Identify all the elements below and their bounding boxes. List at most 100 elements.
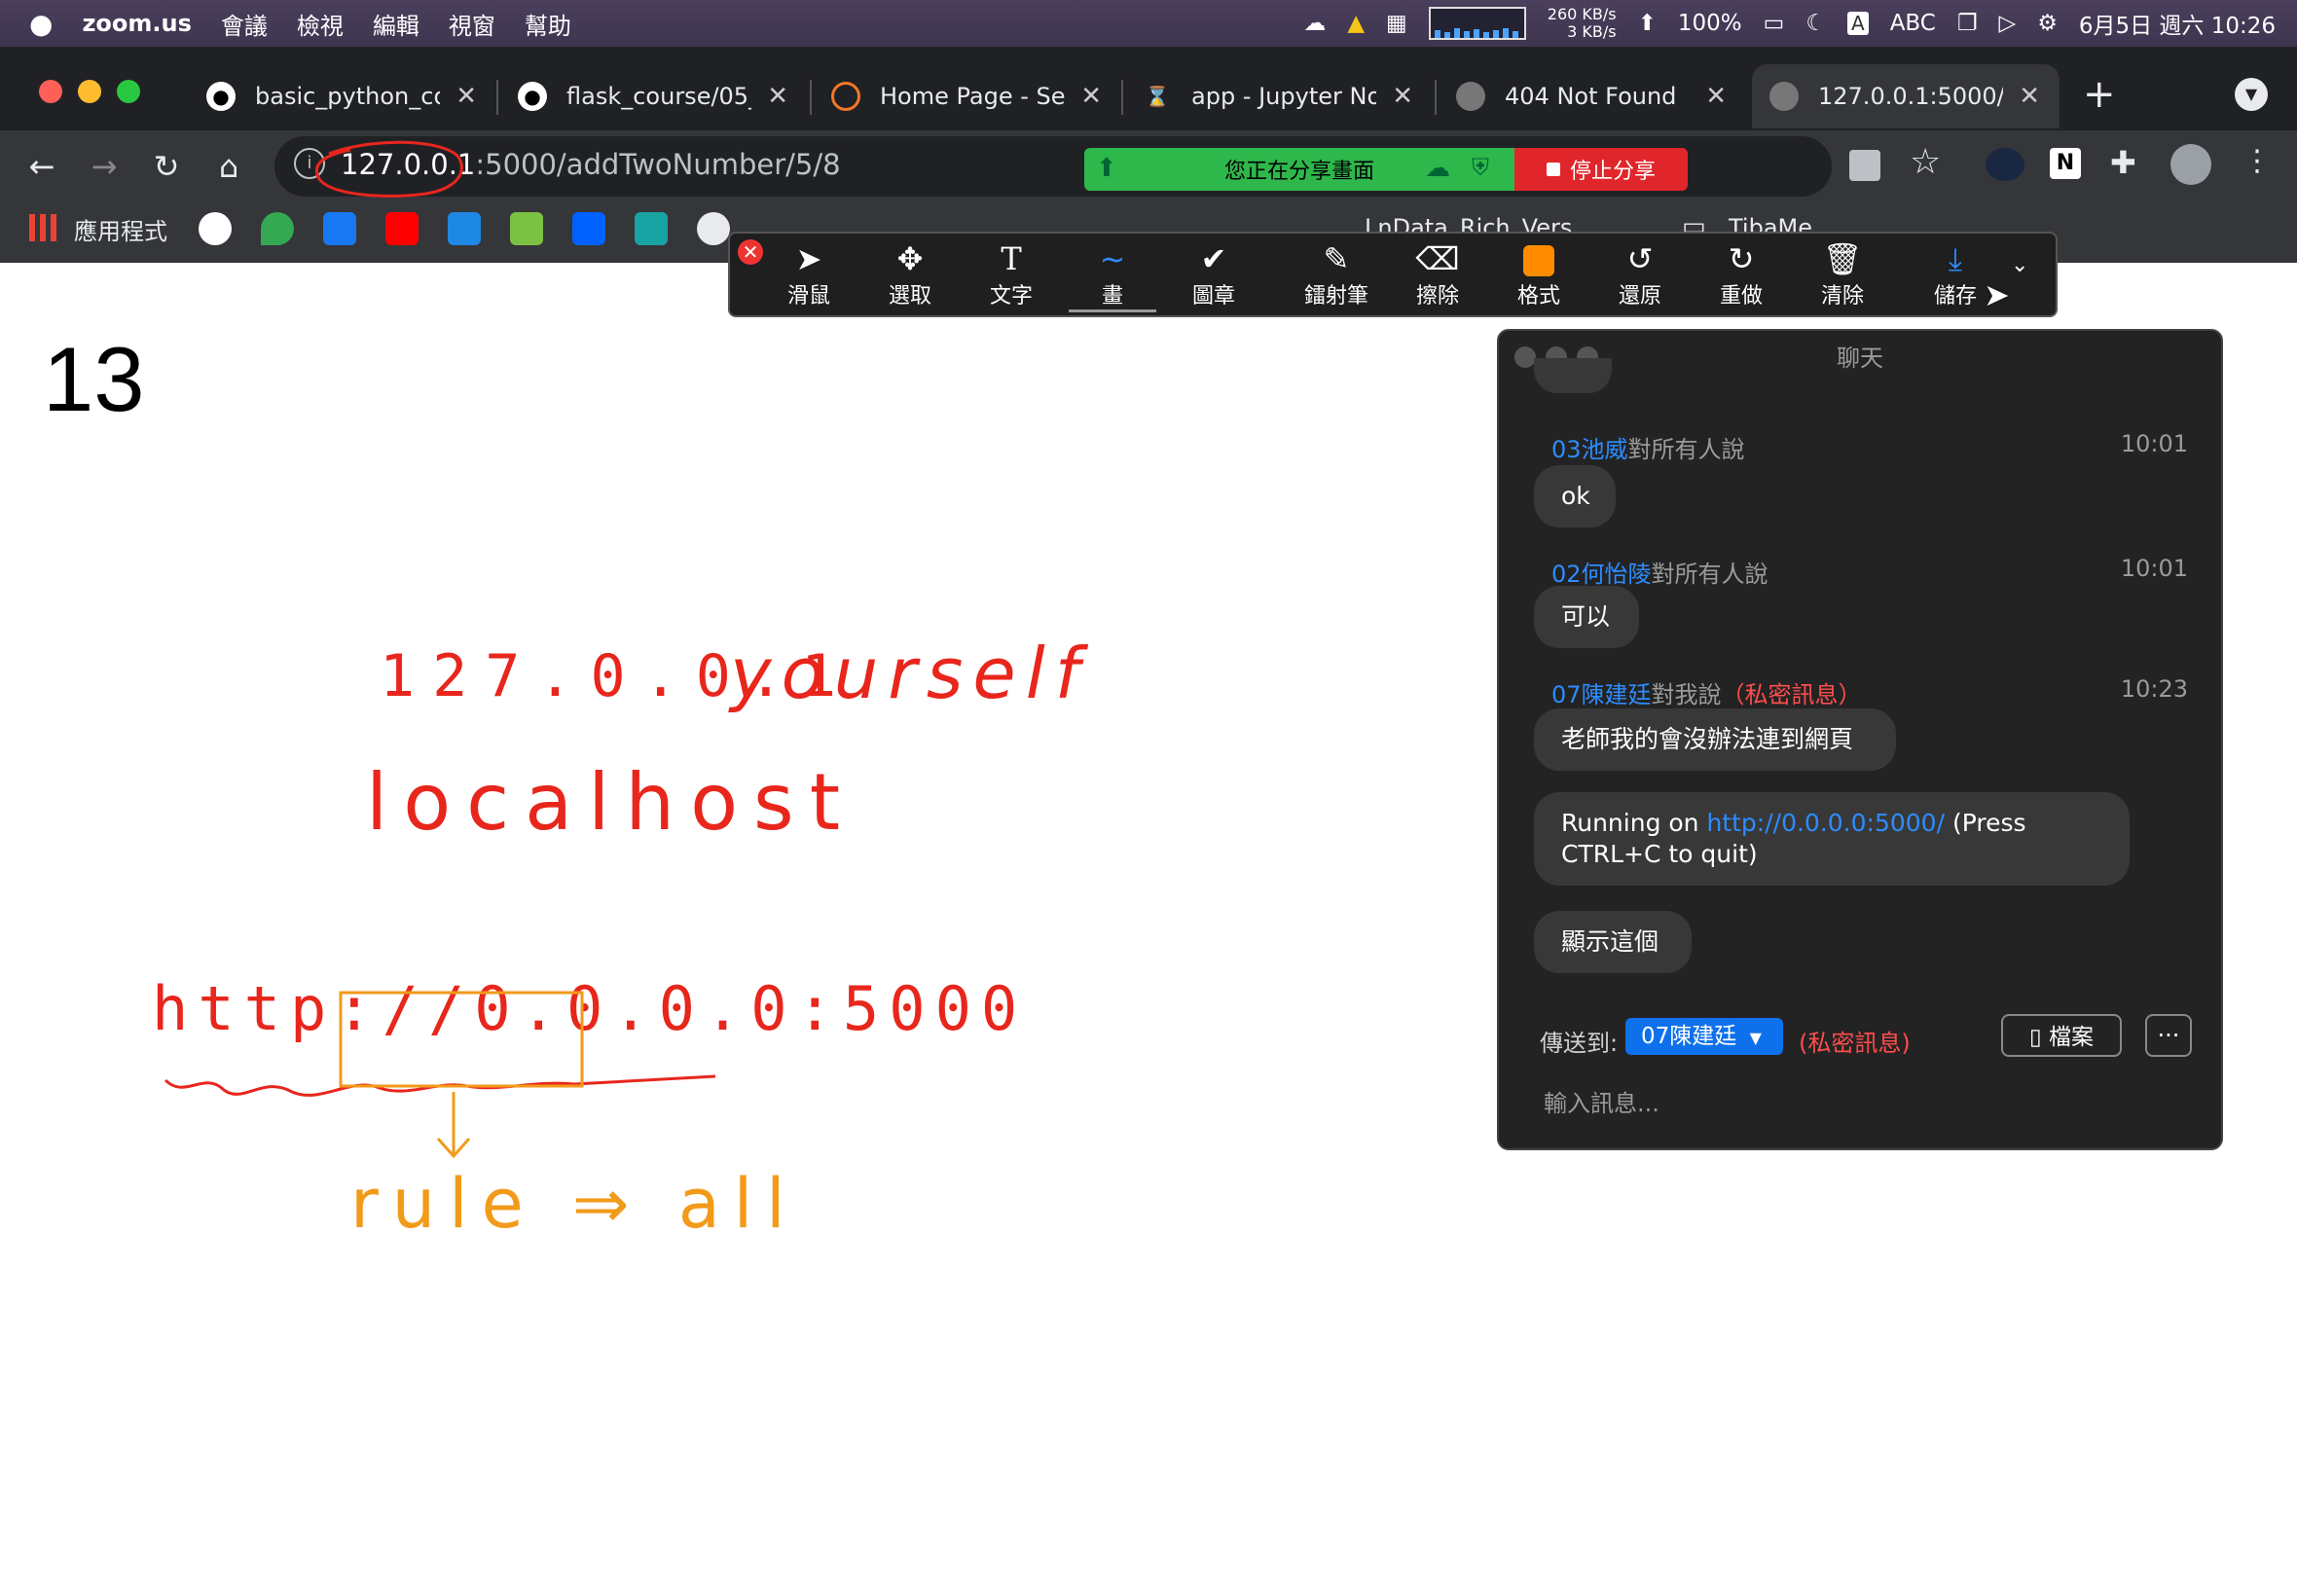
- network-speed[interactable]: 260 KB/s 3 KB/s: [1548, 6, 1617, 41]
- notion-icon[interactable]: N: [2050, 148, 2081, 179]
- recipient-name: 07陳建廷: [1641, 1024, 1737, 1049]
- close-tab-icon[interactable]: ✕: [456, 82, 477, 111]
- move-icon: ✥: [896, 240, 924, 277]
- battery-icon[interactable]: ▭: [1764, 11, 1785, 36]
- tool-eraser[interactable]: ⌫ 擦除: [1394, 239, 1481, 309]
- mouse-cursor-icon: ➤: [1984, 276, 2010, 313]
- laser-pen-icon: ✎: [1323, 240, 1350, 277]
- cloud-status-icon[interactable]: ☁: [1303, 11, 1326, 36]
- chat-message-input[interactable]: [1542, 1080, 2178, 1127]
- datetime[interactable]: 6月5日 週六 10:26: [2079, 7, 2276, 40]
- close-annotation-icon[interactable]: ✕: [738, 239, 763, 265]
- menu-view[interactable]: 檢視: [297, 7, 344, 41]
- tool-label: 畫: [1101, 284, 1123, 308]
- file-button[interactable]: ▯ 檔案: [2001, 1014, 2122, 1057]
- bookmark-icon-6[interactable]: [510, 212, 543, 245]
- globe-bookmark-icon[interactable]: [697, 212, 730, 245]
- recipient-scope: 對所有人說: [1627, 436, 1745, 463]
- tab-jupyter-app[interactable]: ⌛ app - Jupyter No ✕: [1125, 64, 1433, 128]
- apps-label[interactable]: 應用程式: [74, 212, 167, 246]
- tool-format[interactable]: 格式: [1495, 239, 1583, 309]
- menu-help[interactable]: 幫助: [525, 7, 571, 41]
- tool-redo[interactable]: ↻ 重做: [1697, 239, 1785, 309]
- maps-bookmark-icon[interactable]: [261, 212, 294, 245]
- minimize-window-button[interactable]: [78, 80, 101, 103]
- warning-icon[interactable]: ▲: [1347, 11, 1365, 36]
- battery-percent[interactable]: 100%: [1678, 11, 1742, 36]
- facebook-bookmark-icon[interactable]: [323, 212, 356, 245]
- message-link[interactable]: http://0.0.0.0:5000/: [1706, 809, 1945, 837]
- tab-404[interactable]: 404 Not Found ✕: [1439, 64, 1746, 128]
- sender-name[interactable]: 02何怡陵: [1551, 561, 1652, 588]
- tool-undo[interactable]: ↺ 還原: [1596, 239, 1684, 309]
- new-tab-button[interactable]: +: [2083, 72, 2116, 117]
- tab-localhost[interactable]: 127.0.0.1:5000/a ✕: [1752, 64, 2060, 128]
- input-source-letter[interactable]: A: [1847, 12, 1869, 35]
- avatar[interactable]: [2170, 144, 2211, 185]
- tool-clear[interactable]: 🗑 清除: [1799, 239, 1886, 309]
- file-icon: ▯: [2029, 1025, 2042, 1050]
- tool-label: 格式: [1516, 284, 1560, 308]
- control-center-icon[interactable]: ⚙: [2037, 11, 2058, 36]
- close-tab-icon[interactable]: ✕: [1080, 82, 1102, 111]
- youtube-bookmark-icon[interactable]: [385, 212, 419, 245]
- tool-mouse[interactable]: ➤ 滑鼠: [765, 239, 853, 309]
- tool-label: 還原: [1618, 284, 1661, 308]
- menu-meeting[interactable]: 會議: [221, 7, 268, 41]
- moon-icon[interactable]: ☾: [1805, 11, 1826, 36]
- extension-icon[interactable]: [1986, 148, 2024, 181]
- more-options-button[interactable]: ···: [2145, 1014, 2192, 1057]
- grid-icon[interactable]: ▦: [1386, 11, 1407, 36]
- play-icon[interactable]: ▷: [1999, 11, 2017, 36]
- close-tab-icon[interactable]: ✕: [1705, 82, 1727, 111]
- sharing-indicator[interactable]: ⬆ 您正在分享畫面 ☁ ⛨: [1084, 148, 1514, 191]
- menu-edit[interactable]: 編輯: [373, 7, 419, 41]
- google-bookmark-icon[interactable]: [199, 212, 232, 245]
- close-window-button[interactable]: [39, 80, 62, 103]
- sender-name[interactable]: 07陳建廷: [1551, 681, 1652, 708]
- translate-icon[interactable]: [1849, 150, 1880, 181]
- tool-text[interactable]: T 文字: [967, 239, 1055, 309]
- recipient-dropdown[interactable]: 07陳建廷 ▼: [1625, 1018, 1783, 1055]
- maximize-window-button[interactable]: [117, 80, 140, 103]
- menu-window[interactable]: 視窗: [449, 7, 495, 41]
- tab-basic-python[interactable]: ● basic_python_co ✕: [189, 64, 496, 128]
- sender-name[interactable]: 03池威: [1551, 436, 1628, 463]
- close-tab-icon[interactable]: ✕: [767, 82, 788, 111]
- back-button[interactable]: ←: [19, 144, 64, 189]
- tab-home-page[interactable]: Home Page - Sele ✕: [814, 64, 1121, 128]
- save-options-chevron-icon[interactable]: ⌄: [2011, 253, 2028, 277]
- result-number: 13: [43, 328, 145, 430]
- apps-grid-icon[interactable]: [29, 214, 56, 241]
- tool-draw[interactable]: ∼ 畫: [1069, 239, 1156, 312]
- dropbox-bookmark-icon[interactable]: [572, 212, 605, 245]
- tab-flask-course[interactable]: ● flask_course/05_ ✕: [500, 64, 808, 128]
- close-tab-icon[interactable]: ✕: [2019, 82, 2040, 111]
- redo-icon: ↻: [1728, 240, 1755, 277]
- bookmark-icon-5[interactable]: [448, 212, 481, 245]
- chrome-menu-icon[interactable]: ⋮: [2242, 144, 2272, 178]
- bookmark-star-icon[interactable]: ☆: [1910, 142, 1941, 182]
- window-icon[interactable]: ❐: [1957, 11, 1978, 36]
- menu-app-name[interactable]: zoom.us: [82, 10, 191, 37]
- forward-button[interactable]: →: [82, 144, 127, 189]
- tab-divider: [1435, 80, 1437, 115]
- tool-laser[interactable]: ✎ 鐳射筆: [1283, 239, 1390, 309]
- previous-bubble: [1534, 358, 1612, 393]
- tool-stamp[interactable]: ✔ 圖章: [1170, 239, 1258, 309]
- apple-icon[interactable]: ●: [29, 8, 53, 40]
- message-bubble: 老師我的會沒辦法連到網頁: [1534, 708, 1896, 771]
- stop-share-button[interactable]: 停止分享: [1514, 148, 1688, 191]
- home-button[interactable]: ⌂: [206, 144, 251, 189]
- reload-button[interactable]: ↻: [144, 144, 189, 189]
- close-tab-icon[interactable]: ✕: [1392, 82, 1413, 111]
- input-source[interactable]: ABC: [1890, 11, 1936, 36]
- tab-search-icon[interactable]: ▼: [2235, 78, 2268, 111]
- trash-icon: 🗑: [1822, 240, 1863, 277]
- upload-icon[interactable]: ⬆: [1638, 11, 1657, 36]
- bookmark-icon-8[interactable]: [635, 212, 668, 245]
- puzzle-icon[interactable]: ✚: [2110, 144, 2136, 181]
- tool-select[interactable]: ✥ 選取: [866, 239, 954, 309]
- tab-title: Home Page - Sele: [880, 83, 1065, 110]
- cpu-graph[interactable]: [1428, 7, 1526, 40]
